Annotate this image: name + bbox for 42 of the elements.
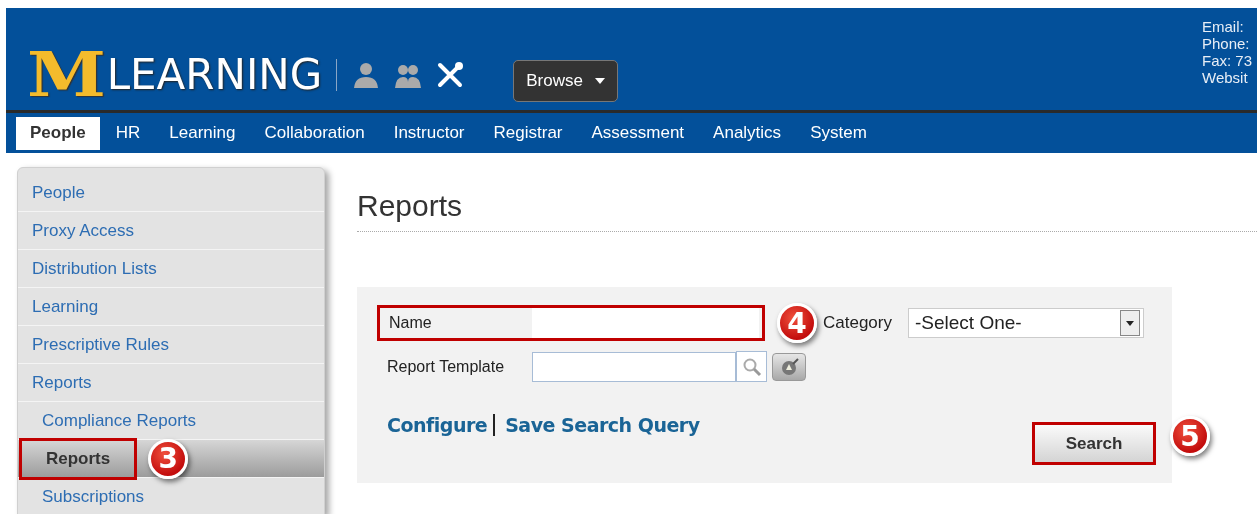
save-query-link[interactable]: Save Search Query xyxy=(505,414,700,436)
sidebar-item[interactable]: Reports xyxy=(22,440,135,477)
contact-line: Phone: xyxy=(1202,35,1251,52)
search-button[interactable]: Search xyxy=(1032,422,1156,465)
nav-tab[interactable]: Analytics xyxy=(699,116,796,150)
sidebar-item[interactable]: Reports xyxy=(32,372,92,393)
browse-button[interactable]: Browse xyxy=(513,60,618,102)
field-label: Name xyxy=(389,314,433,332)
nav-tab[interactable]: Registrar xyxy=(479,116,577,150)
nav-tab[interactable]: Collaboration xyxy=(250,116,379,150)
contact-line: Websit xyxy=(1202,69,1249,86)
logo-text: LEARNING xyxy=(106,50,323,100)
template-input-field[interactable] xyxy=(532,351,736,382)
contact-line: Fax: 73 xyxy=(1202,52,1254,69)
sidebar-item[interactable]: Prescriptive Rules xyxy=(32,334,169,355)
nav-tab[interactable]: Assessment xyxy=(577,116,699,150)
contact-line: Email: xyxy=(1202,18,1245,35)
sidebar-item[interactable]: Proxy Access xyxy=(32,220,135,241)
step-number-badge: 3 xyxy=(148,438,189,479)
sidebar-item[interactable]: Subscriptions xyxy=(42,486,145,507)
sidebar-item[interactable]: Distribution Lists xyxy=(32,258,157,279)
dropdown-caret-icon xyxy=(1120,310,1140,336)
nav-tab[interactable]: People xyxy=(16,116,100,150)
page-title: Reports xyxy=(357,189,1257,232)
sidebar-item[interactable]: Learning xyxy=(32,296,99,317)
search-icon[interactable] xyxy=(736,351,767,382)
configure-link[interactable]: Configure xyxy=(387,414,488,436)
nav-tab[interactable]: System xyxy=(796,116,881,150)
sidebar-item[interactable]: Compliance Reports xyxy=(42,410,196,431)
sidebar-item[interactable]: People xyxy=(32,182,85,203)
caret-icon xyxy=(594,78,605,84)
nav-tab[interactable]: Learning xyxy=(155,116,250,150)
tools-icon[interactable] xyxy=(435,60,466,90)
nav-tab[interactable]: Instructor xyxy=(379,116,479,150)
field-label: Category xyxy=(823,313,892,333)
field-label: Report Template xyxy=(387,357,506,376)
category-dropdown[interactable]: -Select One- xyxy=(908,308,1144,338)
logo-mark: M xyxy=(27,44,104,106)
nav-tab[interactable]: HR xyxy=(101,116,155,150)
step-number-badge: 4 xyxy=(777,303,817,343)
step-number-badge: 5 xyxy=(1170,416,1210,456)
name-input-field[interactable] xyxy=(532,308,759,338)
